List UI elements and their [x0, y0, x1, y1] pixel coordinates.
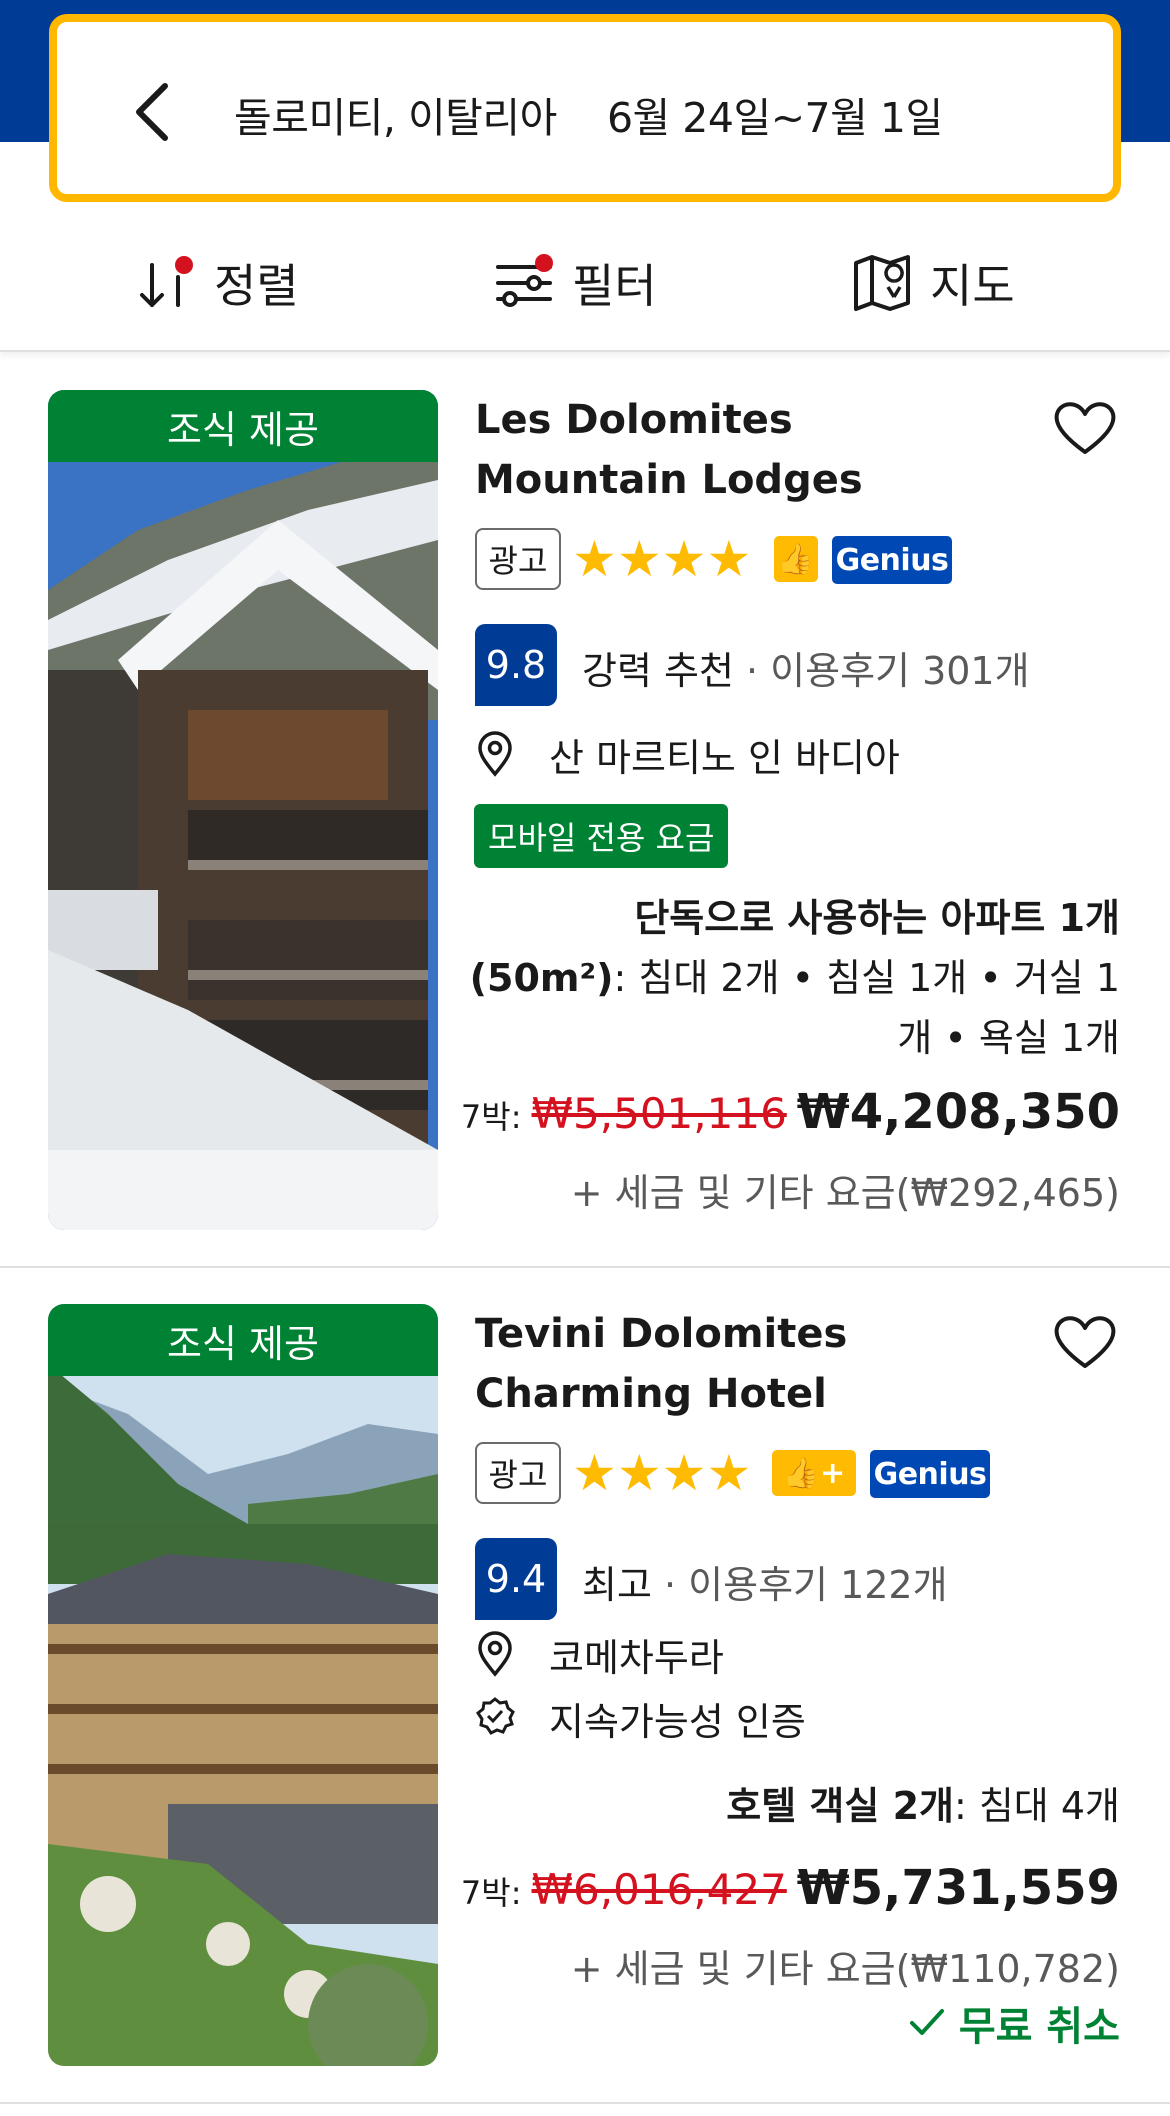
taxes-note: + 세금 및 기타 요금(₩292,465) [570, 1171, 1120, 1215]
free-cancellation-text: 무료 취소 [958, 2004, 1120, 2050]
sort-button[interactable]: 정렬 [134, 248, 299, 318]
thumbs-up-plus-icon: 👍+ [772, 1450, 856, 1496]
room-description: 단독으로 사용하는 아파트 1개 (50m²): 침대 2개 • 침실 1개 •… [470, 888, 1120, 1068]
room-type: 호텔 객실 2개 [726, 1784, 954, 1828]
heart-icon[interactable] [1052, 1312, 1118, 1372]
genius-badge: Genius [832, 536, 952, 584]
discounted-price: ₩5,731,559 [796, 1860, 1120, 1916]
property-name-line2: Mountain Lodges [475, 457, 863, 503]
sort-label: 정렬 [214, 259, 299, 313]
review-label: 강력 추천 [582, 649, 734, 693]
sustainability-text: 지속가능성 인증 [549, 1699, 806, 1744]
breakfast-badge: 조식 제공 [48, 1304, 438, 1376]
room-beds: : 침대 4개 [953, 1784, 1120, 1828]
property-name-line2: Charming Hotel [475, 1371, 827, 1417]
star-icon: ★ [572, 1444, 617, 1502]
star-icon: ★ [661, 1444, 707, 1502]
breakfast-badge: 조식 제공 [48, 390, 438, 462]
star-icon: ★ [706, 530, 752, 588]
location-pin-icon [478, 1631, 512, 1677]
heart-icon[interactable] [1052, 398, 1118, 458]
star-icon: ★ [572, 530, 617, 588]
location-row: 코메차두라 [475, 1626, 724, 1682]
results-toolbar: 정렬 필터 지도 [0, 218, 1170, 352]
review-count: · 이용후기 301개 [733, 649, 1030, 693]
star-rating: ★ ★ ★ ★ [572, 534, 751, 584]
room-bathroom: 개 • 욕실 1개 [897, 1016, 1120, 1060]
review-summary: 최고 · 이용후기 122개 [582, 1554, 948, 1609]
nights-label: 7박: [460, 1098, 522, 1136]
original-price: ₩6,016,427 [531, 1865, 787, 1914]
location-row: 산 마르티노 인 바디아 [475, 726, 900, 782]
search-summary-text[interactable]: 돌로미티, 이탈리아 6월 24일~7월 1일 [234, 84, 943, 144]
back-arrow-icon[interactable] [127, 82, 177, 142]
chalet-photo-image [48, 390, 438, 1230]
price-row: 7박: ₩5,501,116 ₩4,208,350 [461, 1084, 1120, 1140]
room-size: (50m²) [469, 956, 614, 1000]
ad-badge: 광고 [475, 528, 561, 590]
property-name-line1: Les Dolomites [475, 397, 793, 443]
checkmark-icon [909, 2009, 944, 2035]
star-icon: ★ [616, 1444, 662, 1502]
review-score-badge: 9.8 [475, 624, 557, 706]
star-icon: ★ [661, 530, 707, 588]
property-card[interactable]: 조식 제공 Les Dolomites Mountain Lodges 광고 ★ [0, 390, 1170, 1268]
destination-text: 돌로미티, 이탈리아 [234, 94, 557, 142]
filter-icon [496, 254, 553, 307]
room-description: 호텔 객실 2개: 침대 4개 [726, 1776, 1120, 1836]
sustainability-row: 지속가능성 인증 [475, 1690, 806, 1746]
review-summary: 강력 추천 · 이용후기 301개 [582, 640, 1030, 695]
mobile-rate-badge: 모바일 전용 요금 [474, 804, 729, 868]
star-icon: ★ [706, 1444, 752, 1502]
nights-label: 7박: [460, 1874, 522, 1912]
ad-badge: 광고 [475, 1442, 561, 1504]
location-pin-icon [478, 731, 512, 777]
search-summary-box[interactable]: 돌로미티, 이탈리아 6월 24일~7월 1일 [49, 14, 1121, 202]
filter-button[interactable]: 필터 [492, 248, 657, 318]
free-cancellation: 무료 취소 [907, 1994, 1120, 2052]
property-photo[interactable]: 조식 제공 [48, 1304, 438, 2066]
original-price: ₩5,501,116 [531, 1089, 787, 1138]
genius-badge: Genius [870, 1450, 990, 1498]
price-row: 7박: ₩6,016,427 ₩5,731,559 [461, 1860, 1120, 1916]
taxes-note: + 세금 및 기타 요금(₩110,782) [570, 1947, 1120, 1991]
property-card[interactable]: 조식 제공 Tevini Dolomites Charming Hotel 광고 [0, 1304, 1170, 2104]
room-beds: : 침대 2개 • 침실 1개 • 거실 1 [613, 956, 1120, 1000]
property-name-line1: Tevini Dolomites [475, 1311, 848, 1357]
map-button[interactable]: 지도 [850, 248, 1015, 318]
review-score-badge: 9.4 [475, 1538, 557, 1620]
review-count: · 이용후기 122개 [651, 1563, 948, 1607]
filter-label: 필터 [572, 259, 657, 313]
star-icon: ★ [616, 530, 662, 588]
sort-icon [140, 256, 193, 307]
property-photo[interactable]: 조식 제공 [48, 390, 438, 1230]
property-name[interactable]: Tevini Dolomites Charming Hotel [475, 1304, 1035, 1424]
property-name[interactable]: Les Dolomites Mountain Lodges [475, 390, 1035, 510]
review-label: 최고 [582, 1563, 652, 1607]
dates-text: 6월 24일~7월 1일 [606, 94, 943, 142]
thumbs-up-icon: 👍 [774, 536, 818, 582]
room-type: 단독으로 사용하는 아파트 1개 [634, 896, 1120, 940]
discounted-price: ₩4,208,350 [796, 1084, 1120, 1140]
location-text: 산 마르티노 인 바디아 [549, 735, 900, 780]
map-icon [854, 255, 910, 311]
hotel-photo-image [48, 1304, 438, 2066]
location-text: 코메차두라 [549, 1635, 724, 1680]
sustainability-badge-icon [475, 1697, 515, 1735]
star-rating: ★ ★ ★ ★ [572, 1448, 751, 1498]
map-label: 지도 [930, 259, 1015, 313]
